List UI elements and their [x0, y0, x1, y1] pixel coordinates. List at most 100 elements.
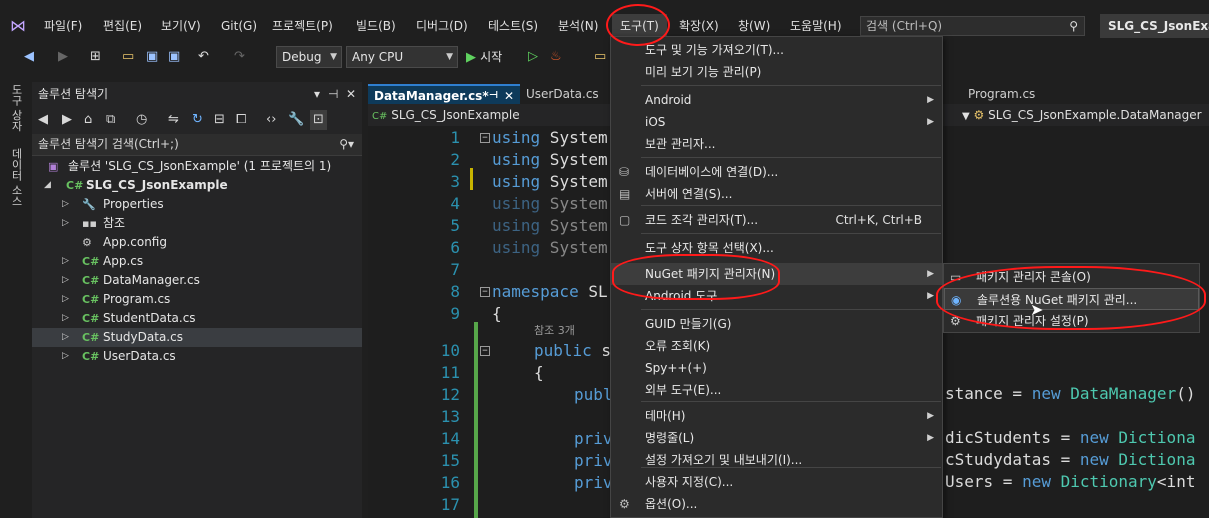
collapsed-triangle-icon[interactable]: ▷ [62, 328, 69, 347]
collapse-all-icon[interactable]: ⊟ [214, 110, 225, 130]
menu-analyze[interactable]: 분석(N) [558, 14, 598, 38]
switch-views-icon[interactable]: ⧉ [106, 110, 115, 130]
menu-edit[interactable]: 편집(E) [103, 14, 142, 38]
tree-item[interactable]: ▷ C# UserData.cs [32, 347, 362, 366]
submenu-item[interactable]: ▭ 패키지 관리자 콘솔(O) [944, 266, 1199, 288]
tab-userdata[interactable]: UserData.cs [520, 84, 610, 104]
menu-project[interactable]: 프로젝트(P) [272, 14, 333, 38]
search-box[interactable]: 검색 (Ctrl+Q) ⚲ [860, 16, 1085, 36]
expanded-triangle-icon[interactable]: ◢ [44, 176, 51, 195]
collapsed-triangle-icon[interactable]: ▷ [62, 290, 69, 309]
hot-reload-icon[interactable]: ♨ [550, 46, 562, 68]
collapsed-triangle-icon[interactable]: ▷ [62, 347, 69, 366]
menu-item[interactable]: 테마(H) ▶ [611, 405, 942, 427]
back-icon[interactable]: ◀ [38, 110, 48, 130]
show-all-files-icon[interactable]: ⧠ [236, 110, 246, 130]
tree-project-node[interactable]: ◢ C# SLG_CS_JsonExample [32, 176, 362, 195]
menu-item[interactable]: 외부 도구(E)... [611, 379, 942, 401]
redo-icon[interactable]: ↷ [234, 46, 245, 68]
undo-icon[interactable]: ↶ [198, 46, 209, 68]
pin-icon[interactable]: ⊣ [489, 86, 498, 106]
preview-selected-icon[interactable]: ⊡ [310, 110, 327, 130]
side-tab-toolbox[interactable]: 도구 상자 [8, 84, 24, 132]
menu-item[interactable]: 오류 조회(K) [611, 335, 942, 357]
collapsed-triangle-icon[interactable]: ▷ [62, 309, 69, 328]
configuration-combo[interactable]: Debug ▼ [276, 46, 342, 68]
menu-item[interactable]: ⚙ 옵션(O)... [611, 493, 942, 515]
menu-item[interactable]: Android ▶ [611, 89, 942, 111]
menu-item[interactable]: 도구 및 기능 가져오기(T)... [611, 39, 942, 61]
collapsed-triangle-icon[interactable]: ▷ [62, 252, 69, 271]
start-debug-button[interactable]: ▶ 시작 [466, 46, 502, 68]
tree-item[interactable]: ▷ C# Program.cs [32, 290, 362, 309]
start-without-debug-icon[interactable]: ▷ [528, 46, 538, 68]
close-icon[interactable]: ✕ [504, 86, 514, 106]
tab-datamanager[interactable]: DataManager.cs* ⊣ ✕ [368, 84, 520, 104]
fold-toggle-icon[interactable]: − [480, 287, 490, 297]
menu-test[interactable]: 테스트(S) [488, 14, 538, 38]
menu-tools[interactable]: 도구(T) [612, 14, 667, 38]
tree-item[interactable]: ⚙ App.config [32, 233, 362, 252]
close-icon[interactable]: ✕ [346, 82, 356, 106]
pending-changes-icon[interactable]: ◷ [136, 110, 147, 130]
open-folder-icon[interactable]: ▭ [122, 46, 134, 68]
menu-item[interactable]: ▢ 코드 조각 관리자(T)... Ctrl+K, Ctrl+B [611, 209, 942, 231]
menu-extensions[interactable]: 확장(X) [679, 14, 719, 38]
menu-debug[interactable]: 디버그(D) [416, 14, 468, 38]
menu-help[interactable]: 도움말(H) [790, 14, 842, 38]
visual-studio-logo-icon[interactable]: ⋈ [10, 17, 34, 35]
menu-item[interactable]: 도구 상자 항목 선택(X)... [611, 237, 942, 259]
save-icon[interactable]: ▣ [146, 46, 158, 68]
refresh-icon[interactable]: ↻ [192, 110, 203, 130]
properties-wrench-icon[interactable]: 🔧 [288, 110, 304, 130]
tree-item[interactable]: ▷ 🔧 Properties [32, 195, 362, 214]
type-scope-dropdown[interactable]: ▼ ⚙ SLG_CS_JsonExample.DataManager [962, 106, 1207, 124]
save-all-icon[interactable]: ▣ [168, 46, 180, 68]
toolbar-folder-icon[interactable]: ▭ [594, 46, 606, 68]
collapsed-triangle-icon[interactable]: ▷ [62, 214, 69, 233]
menu-file[interactable]: 파일(F) [44, 14, 82, 38]
tree-item[interactable]: ▷ C# DataManager.cs [32, 271, 362, 290]
forward-icon[interactable]: ▶ [58, 46, 68, 68]
collapsed-triangle-icon[interactable]: ▷ [62, 271, 69, 290]
menu-item[interactable]: 명령줄(L) ▶ [611, 427, 942, 449]
fold-toggle-icon[interactable]: − [480, 133, 490, 143]
menu-item[interactable]: iOS ▶ [611, 111, 942, 133]
codelens-references[interactable]: 참조 3개 [534, 322, 575, 338]
forward-icon[interactable]: ▶ [62, 110, 72, 130]
menu-item[interactable]: 사용자 지정(C)... [611, 471, 942, 493]
menu-item[interactable]: 미리 보기 기능 관리(P) [611, 61, 942, 83]
tree-item[interactable]: ▷ ▪▪ 참조 [32, 214, 362, 233]
menu-item[interactable]: GUID 만들기(G) [611, 313, 942, 335]
menu-git[interactable]: Git(G) [221, 14, 257, 38]
menu-window[interactable]: 창(W) [738, 14, 770, 38]
menu-item[interactable]: ⛁ 데이터베이스에 연결(D)... [611, 161, 942, 183]
view-code-icon[interactable]: ‹› [266, 110, 276, 130]
side-tab-data-sources[interactable]: 데이터 소스 [8, 148, 24, 207]
menu-item[interactable]: Spy++(+) [611, 357, 942, 379]
menu-item[interactable]: ▤ 서버에 연결(S)... [611, 183, 942, 205]
fold-toggle-icon[interactable]: − [480, 346, 490, 356]
pin-icon[interactable]: ⊣ [328, 82, 338, 106]
menu-view[interactable]: 보기(V) [161, 14, 201, 38]
submenu-item[interactable]: ⚙ 패키지 관리자 설정(P) [944, 310, 1199, 332]
tab-program[interactable]: Program.cs [962, 84, 1052, 104]
submenu-item[interactable]: ◉ 솔루션용 NuGet 패키지 관리... [944, 288, 1199, 310]
back-icon[interactable]: ◀ [24, 46, 34, 68]
menu-item[interactable]: 보관 관리자... [611, 133, 942, 155]
platform-combo[interactable]: Any CPU ▼ [346, 46, 458, 68]
menu-item[interactable]: 설정 가져오기 및 내보내기(I)... [611, 449, 942, 471]
panel-dropdown-icon[interactable]: ▾ [314, 82, 320, 106]
menu-build[interactable]: 빌드(B) [356, 14, 396, 38]
menu-item[interactable]: Android 도구 ▶ [611, 285, 942, 307]
menu-item[interactable]: NuGet 패키지 관리자(N) ▶ [611, 263, 942, 285]
tree-item[interactable]: ▷ C# App.cs [32, 252, 362, 271]
collapsed-triangle-icon[interactable]: ▷ [62, 195, 69, 214]
project-scope-dropdown[interactable]: C# SLG_CS_JsonExample [372, 106, 608, 124]
home-icon[interactable]: ⌂ [84, 110, 92, 130]
new-project-icon[interactable]: ⊞ [90, 46, 101, 68]
sync-icon[interactable]: ⇋ [168, 110, 179, 130]
tree-solution-node[interactable]: ▣ 솔루션 'SLG_CS_JsonExample' (1 프로젝트의 1) [32, 157, 362, 176]
tree-item[interactable]: ▷ C# StudentData.cs [32, 309, 362, 328]
solution-explorer-search[interactable]: 솔루션 탐색기 검색(Ctrl+;) ⚲▾ [32, 134, 362, 156]
